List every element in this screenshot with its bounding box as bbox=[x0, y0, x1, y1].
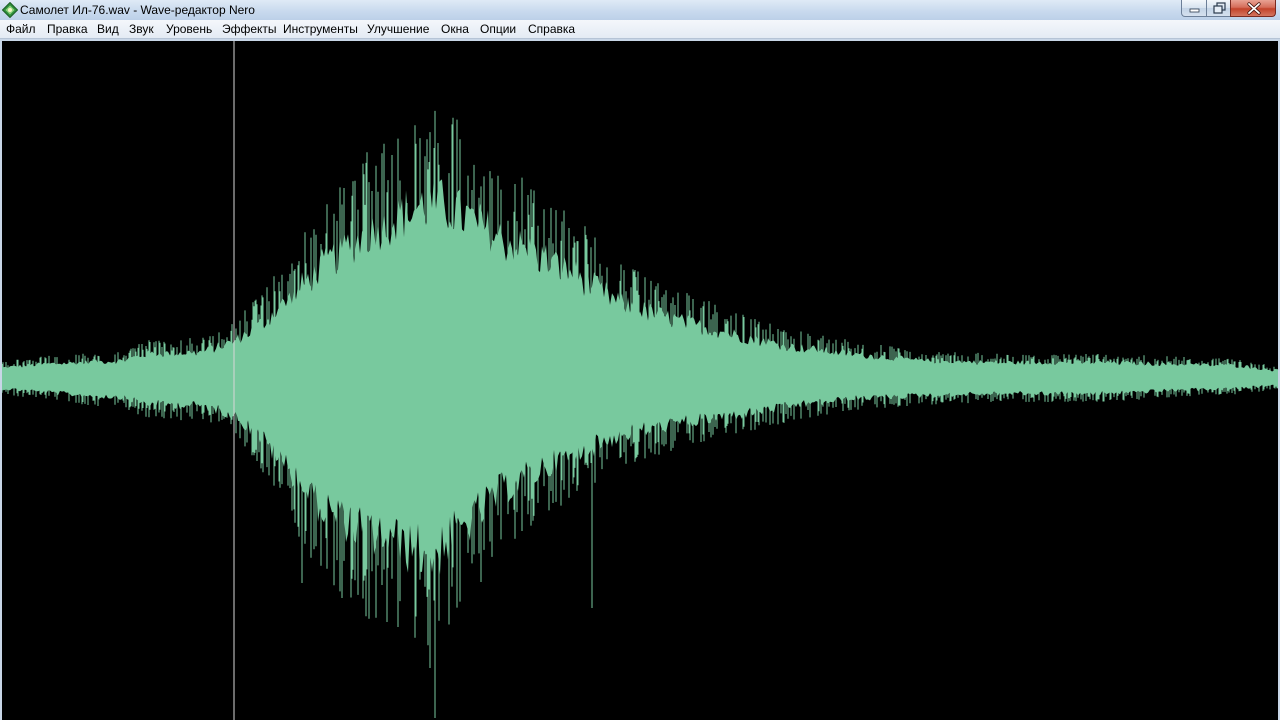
close-button[interactable] bbox=[1230, 0, 1276, 17]
minimize-button[interactable] bbox=[1181, 0, 1207, 17]
menu-options[interactable]: Опции bbox=[480, 22, 516, 37]
minimize-icon bbox=[1189, 8, 1200, 13]
maximize-button[interactable] bbox=[1206, 0, 1231, 17]
waveform-display[interactable] bbox=[2, 41, 1278, 720]
editor-area bbox=[0, 39, 1280, 720]
menu-help[interactable]: Справка bbox=[528, 22, 575, 37]
menu-enhance[interactable]: Улучшение bbox=[367, 22, 429, 37]
menu-windows[interactable]: Окна bbox=[441, 22, 469, 37]
menu-file[interactable]: Файл bbox=[6, 22, 36, 37]
menu-level[interactable]: Уровень bbox=[166, 22, 212, 37]
close-icon bbox=[1247, 2, 1261, 15]
menu-edit[interactable]: Правка bbox=[47, 22, 88, 37]
menu-tools[interactable]: Инструменты bbox=[283, 22, 358, 37]
waveform-view[interactable] bbox=[2, 41, 1278, 720]
menu-effects[interactable]: Эффекты bbox=[222, 22, 277, 37]
menu-sound[interactable]: Звук bbox=[129, 22, 154, 37]
title-bar[interactable]: Самолет Ил-76.wav - Wave-редактор Nero bbox=[0, 0, 1280, 20]
maximize-icon bbox=[1213, 2, 1226, 14]
nero-wave-editor-icon bbox=[2, 2, 18, 18]
window-title: Самолет Ил-76.wav - Wave-редактор Nero bbox=[20, 3, 255, 17]
menu-view[interactable]: Вид bbox=[97, 22, 119, 37]
app-window: Самолет Ил-76.wav - Wave-редактор Nero Ф… bbox=[0, 0, 1280, 720]
waveform-envelope bbox=[2, 175, 1278, 575]
menu-bar: Файл Правка Вид Звук Уровень Эффекты Инс… bbox=[0, 20, 1280, 39]
